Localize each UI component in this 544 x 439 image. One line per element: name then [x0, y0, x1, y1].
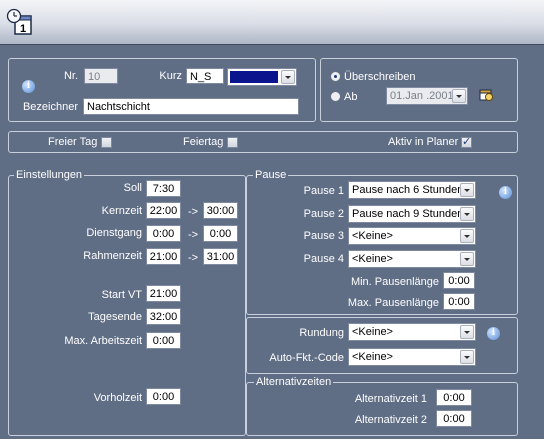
overwrite-label: Überschreiben [344, 71, 416, 83]
calendar-refresh-icon[interactable] [478, 86, 494, 102]
aktiv-checkbox[interactable]: ✓ [461, 136, 472, 148]
info-icon[interactable]: i [487, 327, 500, 340]
info-icon[interactable]: i [22, 80, 35, 93]
rundung-label: Rundung [299, 327, 344, 339]
header-bar [0, 0, 544, 45]
chevron-down-icon[interactable] [460, 325, 474, 339]
chevron-down-icon[interactable] [460, 183, 474, 197]
pause3-value: <Keine> [352, 230, 393, 242]
pause4-select[interactable]: <Keine> [348, 250, 476, 268]
clock-calendar-icon: 1 [6, 8, 34, 36]
rahmenzeit-to-field[interactable]: 31:00 [203, 248, 238, 265]
chevron-down-icon[interactable] [460, 229, 474, 243]
ab-date-value: 01.Jan .2001 [390, 90, 454, 102]
max-pausenlaenge-field[interactable]: 0:00 [443, 293, 475, 310]
pause3-select[interactable]: <Keine> [348, 227, 476, 245]
vorholzeit-field[interactable]: 0:00 [146, 388, 181, 405]
pause1-label: Pause 1 [303, 185, 344, 197]
dienstgang-arrow: -> [188, 229, 199, 241]
einstellungen-title: Einstellungen [14, 169, 85, 181]
freier-tag-checkbox[interactable] [101, 137, 112, 148]
overwrite-radio[interactable] [330, 71, 341, 82]
pause4-label: Pause 4 [303, 253, 344, 265]
aktiv-label: Aktiv in Planer [388, 136, 459, 148]
ab-label: Ab [344, 91, 358, 103]
pause2-select[interactable]: Pause nach 9 Stunden [348, 205, 476, 223]
alternativzeit2-label: Alternativzeit 2 [354, 414, 427, 426]
alternativzeiten-group [246, 382, 518, 436]
kernzeit-from-field[interactable]: 22:00 [146, 202, 181, 219]
dienstgang-label: Dienstgang [86, 227, 142, 239]
alternativzeit2-field[interactable]: 0:00 [436, 410, 472, 427]
nr-field[interactable]: 10 [84, 68, 118, 84]
start-vt-field[interactable]: 21:00 [146, 285, 181, 302]
kurz-label: Kurz [159, 70, 182, 82]
ab-date-picker[interactable]: 01.Jan .2001 [386, 87, 468, 105]
pause4-value: <Keine> [352, 253, 393, 265]
tagesende-label: Tagesende [88, 311, 142, 323]
bezeichner-field[interactable]: Nachtschicht [83, 98, 299, 115]
color-picker[interactable] [227, 68, 297, 86]
pause3-label: Pause 3 [303, 230, 344, 242]
pause1-value: Pause nach 6 Stunden [352, 184, 464, 196]
kernzeit-arrow: -> [188, 206, 199, 218]
feiertag-label: Feiertag [183, 136, 224, 148]
soll-label: Soll [123, 182, 142, 194]
min-pausenlaenge-label: Min. Pausenlänge [350, 276, 439, 288]
dienstgang-from-field[interactable]: 0:00 [146, 225, 181, 242]
kernzeit-to-field[interactable]: 30:00 [203, 202, 238, 219]
checkmark-icon: ✓ [462, 136, 472, 148]
pause2-value: Pause nach 9 Stunden [352, 208, 464, 220]
alternativzeit1-field[interactable]: 0:00 [436, 389, 472, 406]
soll-field[interactable]: 7:30 [146, 180, 181, 197]
rahmenzeit-from-field[interactable]: 21:00 [146, 248, 181, 265]
pause2-label: Pause 2 [303, 208, 344, 220]
chevron-down-icon[interactable] [460, 252, 474, 266]
ab-radio[interactable] [330, 91, 341, 102]
max-pausenlaenge-label: Max. Pausenlänge [347, 297, 439, 309]
svg-text:1: 1 [20, 23, 26, 35]
info-icon[interactable]: i [499, 186, 512, 199]
chevron-down-icon[interactable] [281, 70, 295, 84]
bezeichner-label: Bezeichner [22, 101, 78, 113]
auto-fkt-code-value: <Keine> [352, 351, 393, 363]
tagesende-field[interactable]: 32:00 [146, 308, 181, 325]
vorholzeit-label: Vorholzeit [93, 392, 142, 404]
chevron-down-icon[interactable] [460, 350, 474, 364]
chevron-down-icon[interactable] [460, 207, 474, 221]
freier-tag-label: Freier Tag [48, 136, 98, 148]
rahmenzeit-label: Rahmenzeit [83, 250, 142, 262]
max-arbeitszeit-field[interactable]: 0:00 [146, 332, 181, 349]
chevron-down-icon[interactable] [452, 89, 466, 103]
start-vt-label: Start VT [101, 289, 142, 301]
auto-fkt-code-label: Auto-Fkt.-Code [269, 352, 344, 364]
dienstgang-to-field[interactable]: 0:00 [203, 225, 238, 242]
rahmenzeit-arrow: -> [188, 252, 199, 264]
kurz-field[interactable]: N_S [186, 68, 224, 84]
rundung-value: <Keine> [352, 326, 393, 338]
pause-title: Pause [253, 169, 289, 181]
color-swatch [230, 71, 278, 83]
kernzeit-label: Kernzeit [101, 205, 142, 217]
max-arbeitszeit-label: Max. Arbeitszeit [64, 335, 142, 347]
feiertag-checkbox[interactable] [227, 137, 238, 148]
rundung-select[interactable]: <Keine> [348, 323, 476, 341]
alternativzeiten-title: Alternativzeiten [254, 376, 334, 388]
min-pausenlaenge-field[interactable]: 0:00 [443, 272, 475, 289]
nr-label: Nr. [63, 70, 78, 82]
alternativzeit1-label: Alternativzeit 1 [354, 393, 427, 405]
pause1-select[interactable]: Pause nach 6 Stunden [348, 181, 476, 199]
auto-fkt-code-select[interactable]: <Keine> [348, 348, 476, 366]
